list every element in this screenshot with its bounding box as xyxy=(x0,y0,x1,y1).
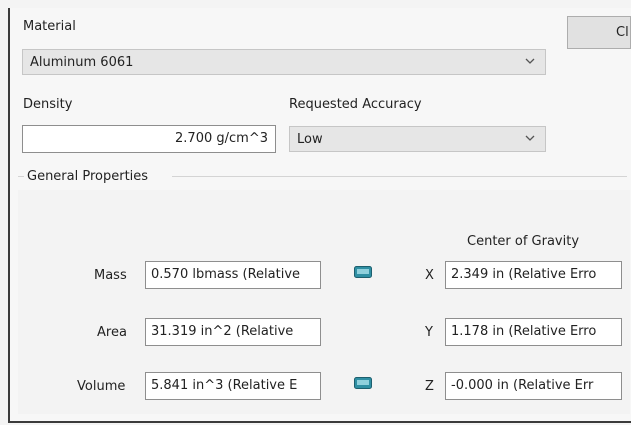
general-properties-label: General Properties xyxy=(27,169,149,184)
volume-field[interactable]: 5.841 in^3 (Relative E xyxy=(145,372,321,400)
group-divider xyxy=(18,176,24,177)
area-field[interactable]: 31.319 in^2 (Relative xyxy=(145,318,321,346)
material-label: Material xyxy=(23,19,76,34)
density-input[interactable]: 2.700 g/cm^3 xyxy=(22,125,276,153)
mass-field[interactable]: 0.570 lbmass (Relative xyxy=(145,261,321,289)
volume-value: 5.841 in^3 (Relative E xyxy=(151,378,298,393)
group-divider xyxy=(172,176,627,177)
density-label: Density xyxy=(23,97,73,112)
accuracy-select[interactable]: Low xyxy=(289,126,546,152)
accuracy-label: Requested Accuracy xyxy=(289,97,422,112)
cog-x-field[interactable]: 2.349 in (Relative Erro xyxy=(445,261,622,289)
chevron-down-icon xyxy=(525,58,535,64)
area-value: 31.319 in^2 (Relative xyxy=(151,324,294,339)
cog-z-field[interactable]: -0.000 in (Relative Err xyxy=(445,372,622,400)
cog-z-value: -0.000 in (Relative Err xyxy=(451,378,594,393)
area-label: Area xyxy=(97,325,127,340)
copy-icon[interactable] xyxy=(354,377,372,389)
volume-label: Volume xyxy=(77,379,126,394)
close-button-label: Cl xyxy=(616,25,629,40)
center-of-gravity-label: Center of Gravity xyxy=(467,234,580,249)
cog-y-field[interactable]: 1.178 in (Relative Erro xyxy=(445,318,622,346)
accuracy-selected-value: Low xyxy=(297,132,323,147)
density-value: 2.700 g/cm^3 xyxy=(175,131,268,146)
cog-x-value: 2.349 in (Relative Erro xyxy=(451,267,597,282)
material-selected-value: Aluminum 6061 xyxy=(30,55,134,70)
mass-label: Mass xyxy=(94,268,127,283)
close-button[interactable]: Cl xyxy=(567,16,631,49)
chevron-down-icon xyxy=(525,135,535,141)
copy-icon[interactable] xyxy=(354,266,372,278)
material-select[interactable]: Aluminum 6061 xyxy=(22,49,546,75)
mass-properties-dialog: Material Aluminum 6061 Cl Density 2.700 … xyxy=(0,0,631,425)
cog-x-label: X xyxy=(425,268,434,283)
cog-y-value: 1.178 in (Relative Erro xyxy=(451,324,597,339)
mass-value: 0.570 lbmass (Relative xyxy=(151,267,301,282)
cog-y-label: Y xyxy=(425,325,433,340)
cog-z-label: Z xyxy=(425,379,434,394)
